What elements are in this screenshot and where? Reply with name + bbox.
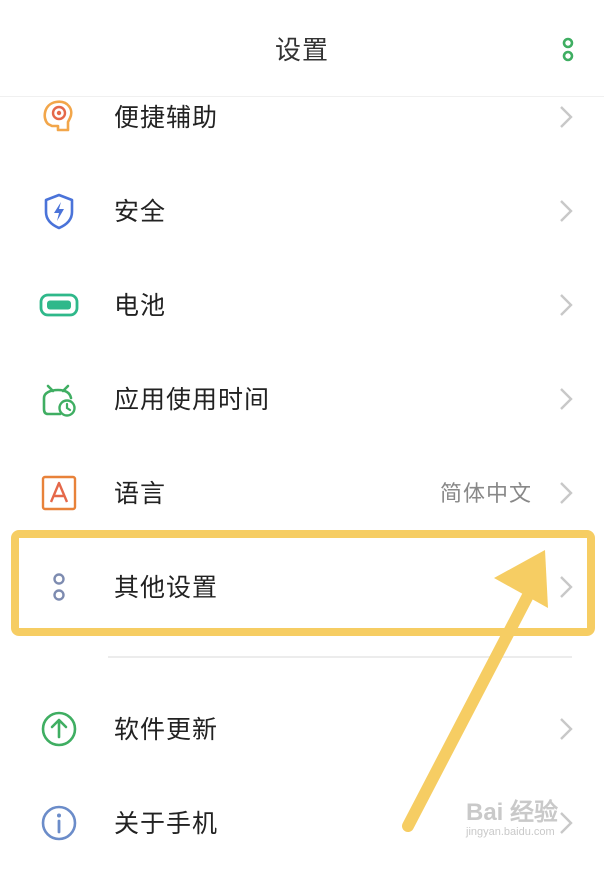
- baidu-watermark: Bai 经验 jingyan.baidu.com: [462, 786, 592, 846]
- chevron-right-icon: [560, 294, 573, 316]
- battery-icon: [39, 293, 79, 317]
- highlight-box: [11, 530, 595, 636]
- page-title: 设置: [274, 36, 329, 66]
- alarm-clock-icon: [42, 384, 76, 417]
- section-divider: [108, 656, 572, 658]
- chevron-right-icon: [560, 718, 573, 740]
- chevron-right-icon: [560, 388, 573, 410]
- accessibility-head-icon: [43, 100, 73, 132]
- settings-item-label: 语言: [114, 479, 167, 508]
- settings-item-accessibility[interactable]: 便捷辅助: [0, 70, 604, 164]
- more-vertical-icon[interactable]: [556, 36, 580, 64]
- settings-item-label: 软件更新: [114, 715, 219, 744]
- settings-item-label: 电池: [114, 291, 167, 320]
- settings-item-language[interactable]: 语言 简体中文: [0, 446, 604, 540]
- settings-item-label: 关于手机: [114, 809, 219, 838]
- chevron-right-icon: [560, 106, 573, 128]
- info-icon: [41, 805, 77, 841]
- settings-item-screen-time[interactable]: 应用使用时间: [0, 352, 604, 446]
- settings-item-label: 安全: [114, 197, 167, 226]
- settings-item-label: 应用使用时间: [114, 385, 271, 414]
- settings-item-battery[interactable]: 电池: [0, 258, 604, 352]
- language-a-icon: [41, 475, 77, 511]
- settings-item-value: 简体中文: [439, 482, 532, 507]
- settings-item-software-update[interactable]: 软件更新: [0, 682, 604, 776]
- chevron-right-icon: [560, 482, 573, 504]
- watermark-url: jingyan.baidu.com: [466, 826, 555, 838]
- shield-bolt-icon: [44, 193, 74, 230]
- settings-item-security[interactable]: 安全: [0, 164, 604, 258]
- update-arrow-icon: [41, 711, 77, 747]
- settings-item-label: 便捷辅助: [114, 103, 219, 132]
- chevron-right-icon: [560, 200, 573, 222]
- watermark-brand: Bai 经验: [466, 799, 559, 826]
